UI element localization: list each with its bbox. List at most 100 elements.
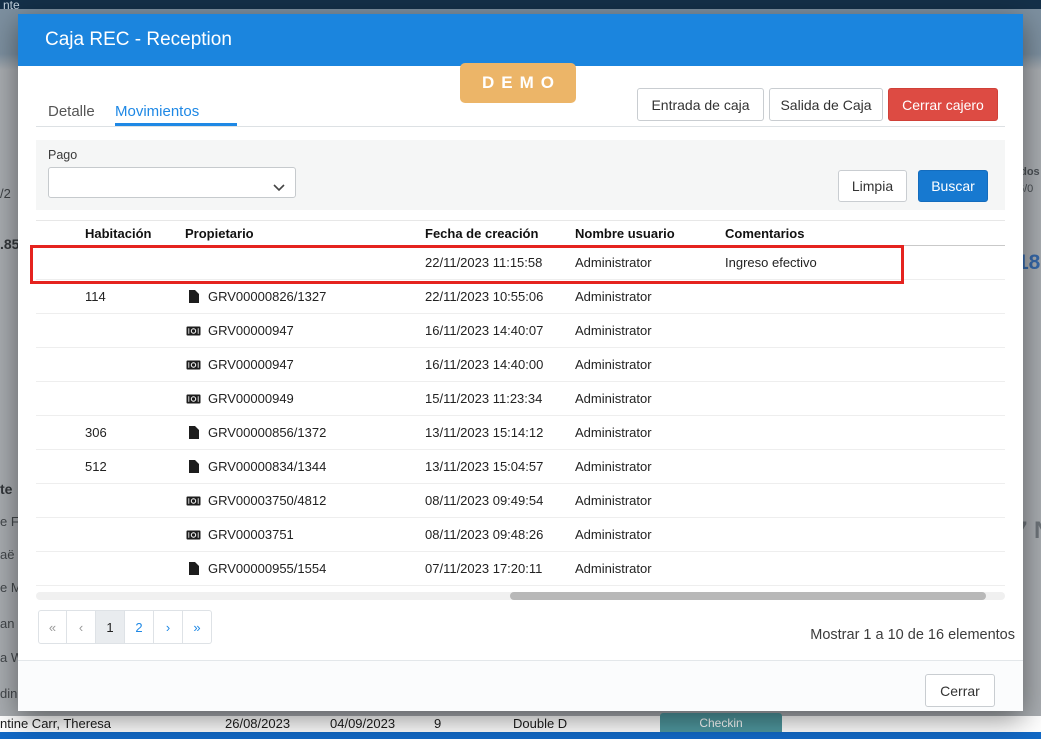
bg-text-fragment: .85 [0, 236, 19, 252]
cell-propietario: GRV00003750/4812 [185, 493, 425, 508]
cell-propietario: GRV00000949 [185, 391, 425, 406]
bg-text-fragment: an [0, 616, 14, 631]
cell-fecha-creacion: 08/11/2023 09:48:26 [425, 527, 575, 542]
table-header-row: HabitaciónPropietarioFecha de creaciónNo… [36, 220, 1005, 246]
cell-propietario: GRV00003751 [185, 527, 425, 542]
propietario-text: GRV00000834/1344 [208, 459, 326, 474]
table-row[interactable]: 114GRV00000826/132722/11/2023 10:55:06Ad… [36, 280, 1005, 314]
column-header: Nombre usuario [575, 226, 725, 241]
pagination: «‹12›» [38, 610, 212, 644]
table-row[interactable]: GRV0000094716/11/2023 14:40:07Administra… [36, 314, 1005, 348]
modal-title: Caja REC - Reception [45, 14, 232, 66]
table-body: 22/11/2023 11:15:58AdministratorIngreso … [36, 246, 1005, 586]
propietario-text: GRV00000856/1372 [208, 425, 326, 440]
bg-text-fragment: aë [0, 547, 14, 562]
filter-panel: Pago Limpia Buscar [36, 140, 1005, 210]
cerrar-cajero-button[interactable]: Cerrar cajero [888, 88, 998, 121]
cell-propietario: GRV00000955/1554 [185, 561, 425, 576]
modal-header: Caja REC - Reception [18, 14, 1023, 66]
bg-text-fragment: te [0, 481, 12, 497]
propietario-text: GRV00000947 [208, 357, 294, 372]
table-row[interactable]: 306GRV00000856/137213/11/2023 15:14:12Ad… [36, 416, 1005, 450]
cell-comentarios: Ingreso efectivo [725, 255, 1005, 270]
cell-nombre-usuario: Administrator [575, 493, 725, 508]
document-icon [185, 562, 201, 575]
cell-fecha-creacion: 08/11/2023 09:49:54 [425, 493, 575, 508]
propietario-text: GRV00000949 [208, 391, 294, 406]
cell-nombre-usuario: Administrator [575, 323, 725, 338]
table-row[interactable]: GRV0000375108/11/2023 09:48:26Administra… [36, 518, 1005, 552]
cell-fecha-creacion: 16/11/2023 14:40:00 [425, 357, 575, 372]
cell-nombre-usuario: Administrator [575, 289, 725, 304]
app-bottom-bar [0, 732, 1041, 739]
cell-propietario: GRV00000826/1327 [185, 289, 425, 304]
propietario-text: GRV00003750/4812 [208, 493, 326, 508]
pago-select[interactable] [48, 167, 296, 198]
cell-nombre-usuario: Administrator [575, 357, 725, 372]
checkin-button[interactable]: Checkin [660, 713, 782, 732]
document-icon [185, 290, 201, 303]
movimientos-table: HabitaciónPropietarioFecha de creaciónNo… [36, 220, 1005, 586]
table-row[interactable]: GRV00003750/4812 08/11/2023 09:49:54Admin… [36, 484, 1005, 518]
table-row[interactable]: 22/11/2023 11:15:58AdministratorIngreso … [36, 246, 1005, 280]
table-row[interactable]: GRV00000947 16/11/2023 14:40:00Administra… [36, 348, 1005, 382]
pagination-button[interactable]: 1 [96, 610, 125, 644]
bg-row-cell: 9 [434, 716, 441, 731]
cell-fecha-creacion: 15/11/2023 11:23:34 [425, 391, 575, 406]
cell-fecha-creacion: 13/11/2023 15:14:12 [425, 425, 575, 440]
pagination-info: Mostrar 1 a 10 de 16 elementos [810, 627, 1015, 643]
bg-text-fragment: din [0, 686, 17, 701]
pagination-button[interactable]: ‹ [67, 610, 96, 644]
cell-nombre-usuario: Administrator [575, 459, 725, 474]
table-row[interactable]: GRV00000949 15/11/2023 11:23:34Administra… [36, 382, 1005, 416]
screen: nte /2.85tee Faëe Mana Wdinados6/0187 N … [0, 0, 1041, 739]
column-header: Fecha de creación [425, 226, 575, 241]
cell-propietario: GRV00000834/1344 [185, 459, 425, 474]
tab-detalle[interactable]: Detalle [48, 103, 95, 120]
tab-movimientos[interactable]: Movimientos [115, 103, 199, 120]
cell-fecha-creacion: 13/11/2023 15:04:57 [425, 459, 575, 474]
pagination-button[interactable]: 2 [125, 610, 154, 644]
modal-footer: Cerrar [18, 660, 1023, 711]
pagination-button[interactable]: › [154, 610, 183, 644]
cell-habitacion: 114 [85, 289, 185, 304]
cell-nombre-usuario: Administrator [575, 255, 725, 270]
demo-badge: DEMO [460, 63, 576, 103]
cell-nombre-usuario: Administrator [575, 391, 725, 406]
cell-nombre-usuario: Administrator [575, 561, 725, 576]
cerrar-button[interactable]: Cerrar [925, 674, 995, 707]
cash-icon [185, 326, 201, 336]
cell-habitacion: 306 [85, 425, 185, 440]
cell-propietario: GRV00000947 [185, 357, 425, 372]
buscar-button[interactable]: Buscar [918, 170, 988, 202]
horizontal-scrollbar [36, 592, 1005, 600]
table-row[interactable]: 512GRV00000834/134413/11/2023 15:04:57Ad… [36, 450, 1005, 484]
bg-text-fragment: /2 [0, 186, 11, 201]
cash-icon [185, 394, 201, 404]
propietario-text: GRV00000955/1554 [208, 561, 326, 576]
table-row[interactable]: GRV00000955/155407/11/2023 17:20:11Admin… [36, 552, 1005, 586]
scrollbar-thumb[interactable] [510, 592, 986, 600]
limpia-button[interactable]: Limpia [838, 170, 907, 202]
bg-row-cell: ntine Carr, Theresa [0, 716, 111, 731]
cash-icon [185, 530, 201, 540]
cell-fecha-creacion: 22/11/2023 10:55:06 [425, 289, 575, 304]
chevron-down-icon [273, 179, 285, 197]
entrada-de-caja-button[interactable]: Entrada de caja [637, 88, 764, 121]
bg-row-cell: 26/08/2023 [225, 716, 290, 731]
salida-de-caja-button[interactable]: Salida de Caja [769, 88, 883, 121]
cash-icon [185, 360, 201, 370]
bg-bottom-table-row: ntine Carr, Theresa26/08/202304/09/20239… [0, 716, 1041, 733]
cell-fecha-creacion: 16/11/2023 14:40:07 [425, 323, 575, 338]
pagination-button[interactable]: « [38, 610, 67, 644]
pago-label: Pago [48, 148, 77, 162]
cell-fecha-creacion: 22/11/2023 11:15:58 [425, 255, 575, 270]
column-header: Habitación [85, 226, 185, 241]
cell-nombre-usuario: Administrator [575, 527, 725, 542]
column-header: Comentarios [725, 226, 1005, 241]
document-icon [185, 460, 201, 473]
pagination-button[interactable]: » [183, 610, 212, 644]
cell-propietario: GRV00000947 [185, 323, 425, 338]
bg-text-fragment: e F [0, 514, 19, 529]
cell-propietario: GRV00000856/1372 [185, 425, 425, 440]
